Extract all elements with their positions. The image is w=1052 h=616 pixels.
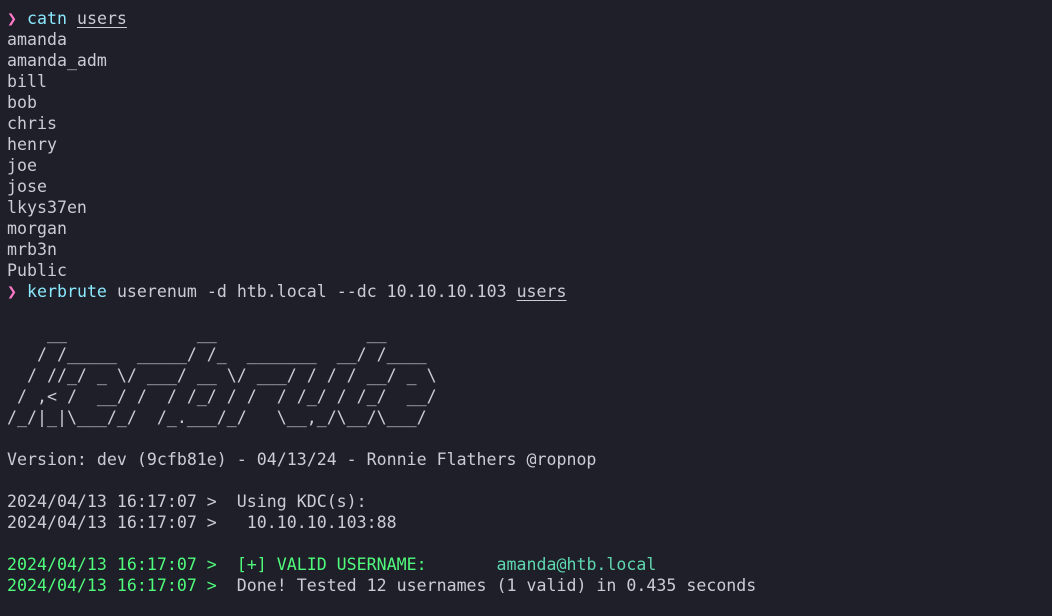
valid-prefix: 2024/04/13 16:17:07 > [+] VALID USERNAME… <box>7 555 497 574</box>
banner-line: / ,< / __/ / / /_/ / / / /_/ / /_/ __/ <box>7 387 437 406</box>
version-line: Version: dev (9cfb81e) - 04/13/24 - Ronn… <box>7 450 597 469</box>
output-line-user: henry <box>7 135 57 154</box>
command-args: userenum -d htb.local --dc 10.10.10.103 <box>116 282 507 301</box>
prompt-icon: ❯ <box>7 9 17 28</box>
command-arg-file[interactable]: users <box>77 9 127 28</box>
ascii-banner: __ __ __ / /_____ _____/ /_ _______ __/ … <box>7 323 1052 428</box>
output-line-user: jose <box>7 177 47 196</box>
output-line-user: bill <box>7 72 47 91</box>
output-line-user: morgan <box>7 219 67 238</box>
valid-username: amanda@htb.local <box>496 555 657 574</box>
log-line: 2024/04/13 16:17:07 > 10.10.10.103:88 <box>7 513 397 532</box>
banner-line: / //_/ _ \/ ___/ __ \/ ___/ / / / __/ _ … <box>7 366 437 385</box>
output-line-user: joe <box>7 156 37 175</box>
banner-line: __ __ __ <box>7 324 437 343</box>
output-line-user: Public <box>7 261 67 280</box>
output-line-user: mrb3n <box>7 240 57 259</box>
banner-line: /_/|_|\___/_/ /_.___/_/ \__,_/\__/\___/ <box>7 408 437 427</box>
output-line-user: chris <box>7 114 57 133</box>
output-line-user: bob <box>7 93 37 112</box>
done-line: 2024/04/13 16:17:07 > Done! Tested 12 us… <box>7 575 1052 596</box>
output-line-user: lkys37en <box>7 198 87 217</box>
log-line: 2024/04/13 16:17:07 > Using KDC(s): <box>7 492 367 511</box>
prompt-line-1: ❯ catn users <box>7 8 1052 29</box>
prompt-line-2: ❯ kerbrute userenum -d htb.local --dc 10… <box>7 281 1052 302</box>
command-name: kerbrute <box>27 282 107 301</box>
command-name: catn <box>27 9 67 28</box>
terminal-window[interactable]: ❯ catn users amanda amanda_adm bill bob … <box>0 0 1052 616</box>
output-line-user: amanda_adm <box>7 51 107 70</box>
done-text: Done! Tested 12 usernames (1 valid) in 0… <box>236 576 757 595</box>
banner-line: / /_____ _____/ /_ _______ __/ /____ <box>7 345 437 364</box>
done-prefix: 2024/04/13 16:17:07 > <box>7 576 237 595</box>
valid-username-line: 2024/04/13 16:17:07 > [+] VALID USERNAME… <box>7 554 1052 575</box>
prompt-icon: ❯ <box>7 282 17 301</box>
output-line-user: amanda <box>7 30 67 49</box>
command-arg-file[interactable]: users <box>517 282 567 301</box>
